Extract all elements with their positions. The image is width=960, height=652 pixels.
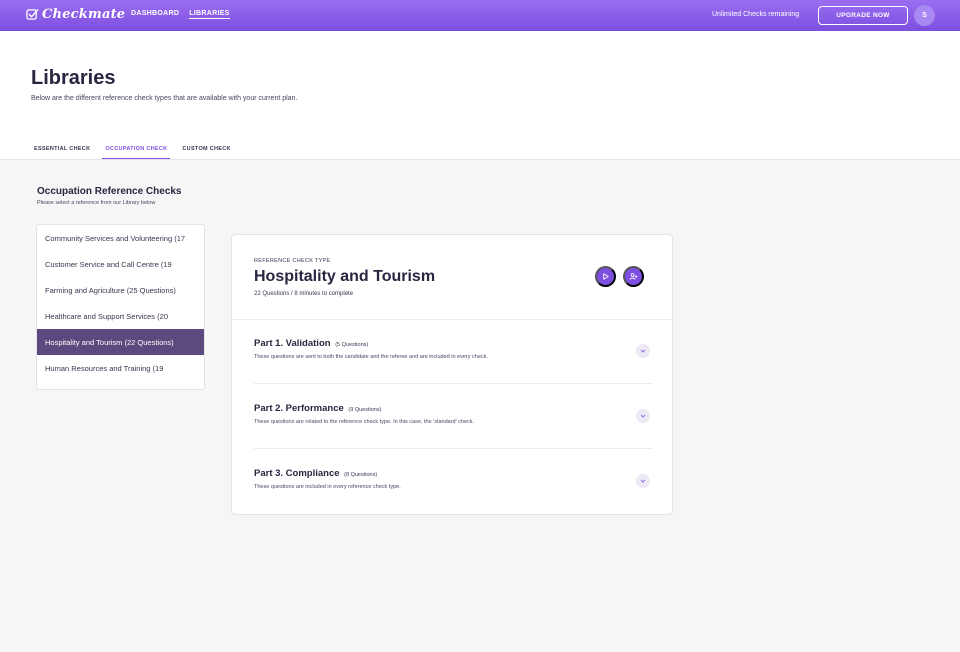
chevron-down-icon xyxy=(640,349,646,353)
section-title: Occupation Reference Checks xyxy=(37,186,182,197)
add-user-icon xyxy=(629,273,638,280)
part-validation[interactable]: Part 1. Validation (5 Questions) These q… xyxy=(254,319,652,384)
part-title: Part 3. Compliance (8 Questions) xyxy=(254,468,377,479)
page-subtitle: Below are the different reference check … xyxy=(31,95,298,102)
reference-check-detail-card: REFERENCE CHECK TYPE Hospitality and Tou… xyxy=(231,234,673,515)
add-user-button[interactable] xyxy=(623,266,644,287)
checkmark-logo-icon xyxy=(26,9,39,20)
expand-button[interactable] xyxy=(636,344,650,358)
part-question-count: (8 Questions) xyxy=(344,472,378,478)
part-title: Part 2. Performance (9 Questions) xyxy=(254,403,381,414)
nav-libraries[interactable]: LIBRARIES xyxy=(189,10,230,19)
part-description: These questions are included in every re… xyxy=(254,484,401,490)
part-question-count: (9 Questions) xyxy=(348,407,382,413)
chevron-down-icon xyxy=(640,479,646,483)
part-description: These questions are related to the refer… xyxy=(254,419,475,425)
part-description: These questions are sent to both the can… xyxy=(254,354,488,360)
page-title: Libraries xyxy=(31,67,116,89)
part-title-text: Part 1. Validation xyxy=(254,338,331,349)
chevron-down-icon xyxy=(640,414,646,418)
check-type-tabs: ESSENTIAL CHECK OCCUPATION CHECK CUSTOM … xyxy=(31,144,243,159)
part-question-count: (5 Questions) xyxy=(335,342,369,348)
part-title-text: Part 2. Performance xyxy=(254,403,344,414)
list-item[interactable]: Community Services and Volunteering (17 xyxy=(37,225,204,251)
main-nav: DASHBOARD LIBRARIES xyxy=(131,10,230,19)
user-avatar[interactable]: S xyxy=(914,5,935,26)
play-icon xyxy=(603,273,609,280)
card-eyebrow: REFERENCE CHECK TYPE xyxy=(254,258,331,264)
section-subtitle: Please select a reference from our Libra… xyxy=(37,200,156,206)
expand-button[interactable] xyxy=(636,409,650,423)
nav-dashboard[interactable]: DASHBOARD xyxy=(131,10,179,19)
checks-remaining-text: Unlimited Checks remaining xyxy=(712,11,800,18)
upgrade-now-button[interactable]: UPGRADE NOW xyxy=(818,6,908,25)
tab-essential-check[interactable]: ESSENTIAL CHECK xyxy=(31,144,93,159)
tab-occupation-check[interactable]: OCCUPATION CHECK xyxy=(102,144,171,159)
expand-button[interactable] xyxy=(636,474,650,488)
brand-logo[interactable]: Checkmate xyxy=(26,7,125,22)
list-item[interactable]: Customer Service and Call Centre (19 xyxy=(37,251,204,277)
list-item-selected[interactable]: Hospitality and Tourism (22 Questions) xyxy=(37,329,204,355)
list-item[interactable]: Farming and Agriculture (25 Questions) xyxy=(37,277,204,303)
part-compliance[interactable]: Part 3. Compliance (8 Questions) These q… xyxy=(254,449,652,514)
part-title: Part 1. Validation (5 Questions) xyxy=(254,338,368,349)
top-navigation-bar: Checkmate DASHBOARD LIBRARIES Unlimited … xyxy=(0,0,960,31)
card-meta: 22 Questions / 8 minutes to complete xyxy=(254,291,354,297)
page-header: Libraries Below are the different refere… xyxy=(0,31,960,160)
list-item[interactable]: Healthcare and Support Services (20 xyxy=(37,303,204,329)
list-item[interactable]: Human Resources and Training (19 xyxy=(37,355,204,381)
tab-custom-check[interactable]: CUSTOM CHECK xyxy=(179,144,233,159)
part-performance[interactable]: Part 2. Performance (9 Questions) These … xyxy=(254,384,652,449)
card-title: Hospitality and Tourism xyxy=(254,268,436,285)
part-title-text: Part 3. Compliance xyxy=(254,468,340,479)
library-list[interactable]: Community Services and Volunteering (17 … xyxy=(36,224,205,390)
brand-name: Checkmate xyxy=(42,7,126,22)
preview-button[interactable] xyxy=(595,266,616,287)
